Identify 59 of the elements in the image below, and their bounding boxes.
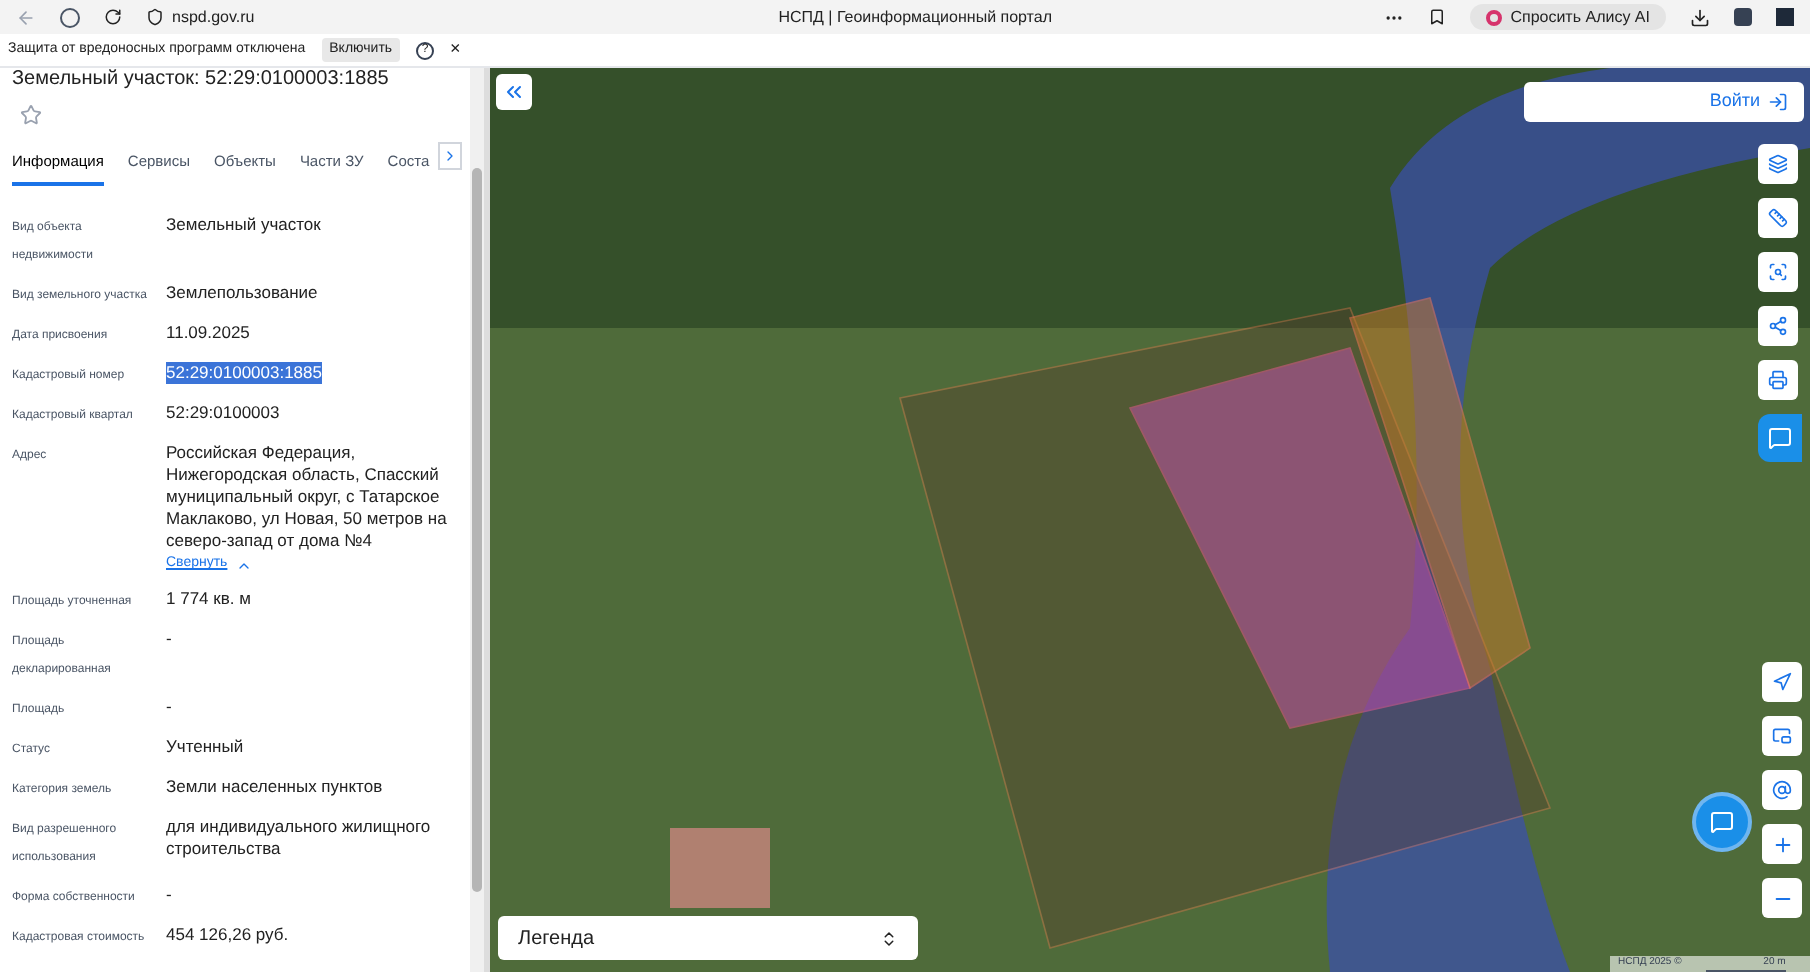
zoom-out-button[interactable] <box>1762 878 1802 918</box>
collapse-panel-button[interactable] <box>496 74 532 110</box>
minimap-button[interactable] <box>1762 716 1802 756</box>
area-select-button[interactable] <box>1758 252 1798 292</box>
layers-button[interactable] <box>1758 144 1798 184</box>
bookmark-icon[interactable] <box>1428 8 1447 26</box>
scrollbar[interactable] <box>470 68 484 972</box>
panel-title: Земельный участок: 52:29:0100003:1885 <box>12 68 391 92</box>
share-icon <box>1768 316 1788 336</box>
download-icon[interactable] <box>1690 7 1710 27</box>
speech-bubble-icon <box>1768 426 1792 450</box>
shield-icon <box>146 8 164 26</box>
field-value: Учтенный <box>166 735 244 758</box>
ruler-icon <box>1768 208 1788 228</box>
ask-assistant-button[interactable]: Спросить Алису AI <box>1470 4 1666 30</box>
field-value: для индивидуального жилищного строительства <box>166 815 433 860</box>
chevron-right-icon <box>442 148 458 164</box>
field-value: 11.09.2025 <box>166 322 250 345</box>
frame-search-icon <box>1768 262 1788 282</box>
field-value: Российская Федерация, Нижегородская область, Спасский муниципальный округ, с Татарское Маклаково, ул Новая, 50 метров на северо-запад от дома №4 <box>166 442 449 553</box>
login-icon <box>1768 92 1788 112</box>
share-button[interactable] <box>1758 306 1798 346</box>
zoom-in-button[interactable] <box>1762 824 1802 864</box>
back-icon[interactable] <box>16 7 36 27</box>
ruler-button[interactable] <box>1758 198 1798 238</box>
field-value: - <box>166 883 172 906</box>
print-button[interactable] <box>1758 360 1798 400</box>
reload-icon[interactable] <box>104 8 122 26</box>
search-location-button[interactable] <box>1762 770 1802 810</box>
profile-icon[interactable] <box>60 7 80 27</box>
double-chevron-left-icon <box>502 80 526 104</box>
favorite-star-icon[interactable] <box>20 104 42 126</box>
field-value: - <box>166 627 172 650</box>
window-icon <box>1772 726 1792 746</box>
page-title: НСПД | Геоинформационный портал <box>778 5 1052 29</box>
chat-button[interactable] <box>1696 796 1748 848</box>
field-value: - <box>166 695 172 718</box>
plus-icon <box>1771 833 1793 855</box>
at-sign-icon <box>1772 780 1792 800</box>
layers-icon <box>1768 154 1788 174</box>
login-button[interactable]: Войти <box>1524 82 1804 122</box>
field-value: Земли населенных пунктов <box>166 775 383 798</box>
url-text[interactable]: nspd.gov.ru <box>172 5 255 29</box>
field-value: Землепользование <box>166 282 318 305</box>
extension-icon[interactable] <box>1734 8 1752 26</box>
field-value: 454 126,26 руб. <box>166 923 289 946</box>
field-value: 1 774 кв. м <box>166 587 251 610</box>
field-value: Земельный участок <box>166 214 321 237</box>
updown-chevron-icon <box>880 929 898 947</box>
legend-dropdown[interactable]: Легенда <box>498 916 918 960</box>
assistant-button[interactable] <box>1758 414 1802 462</box>
printer-icon <box>1768 370 1788 390</box>
chat-icon <box>1710 810 1734 834</box>
arrow-pointer-icon <box>1772 672 1792 692</box>
close-icon[interactable]: × <box>450 36 461 64</box>
field-value: 52:29:0100003:1885 <box>166 362 322 385</box>
field-value: 52:29:0100003 <box>166 402 280 425</box>
assistant-icon <box>1486 9 1503 25</box>
location-button[interactable] <box>1762 662 1802 702</box>
